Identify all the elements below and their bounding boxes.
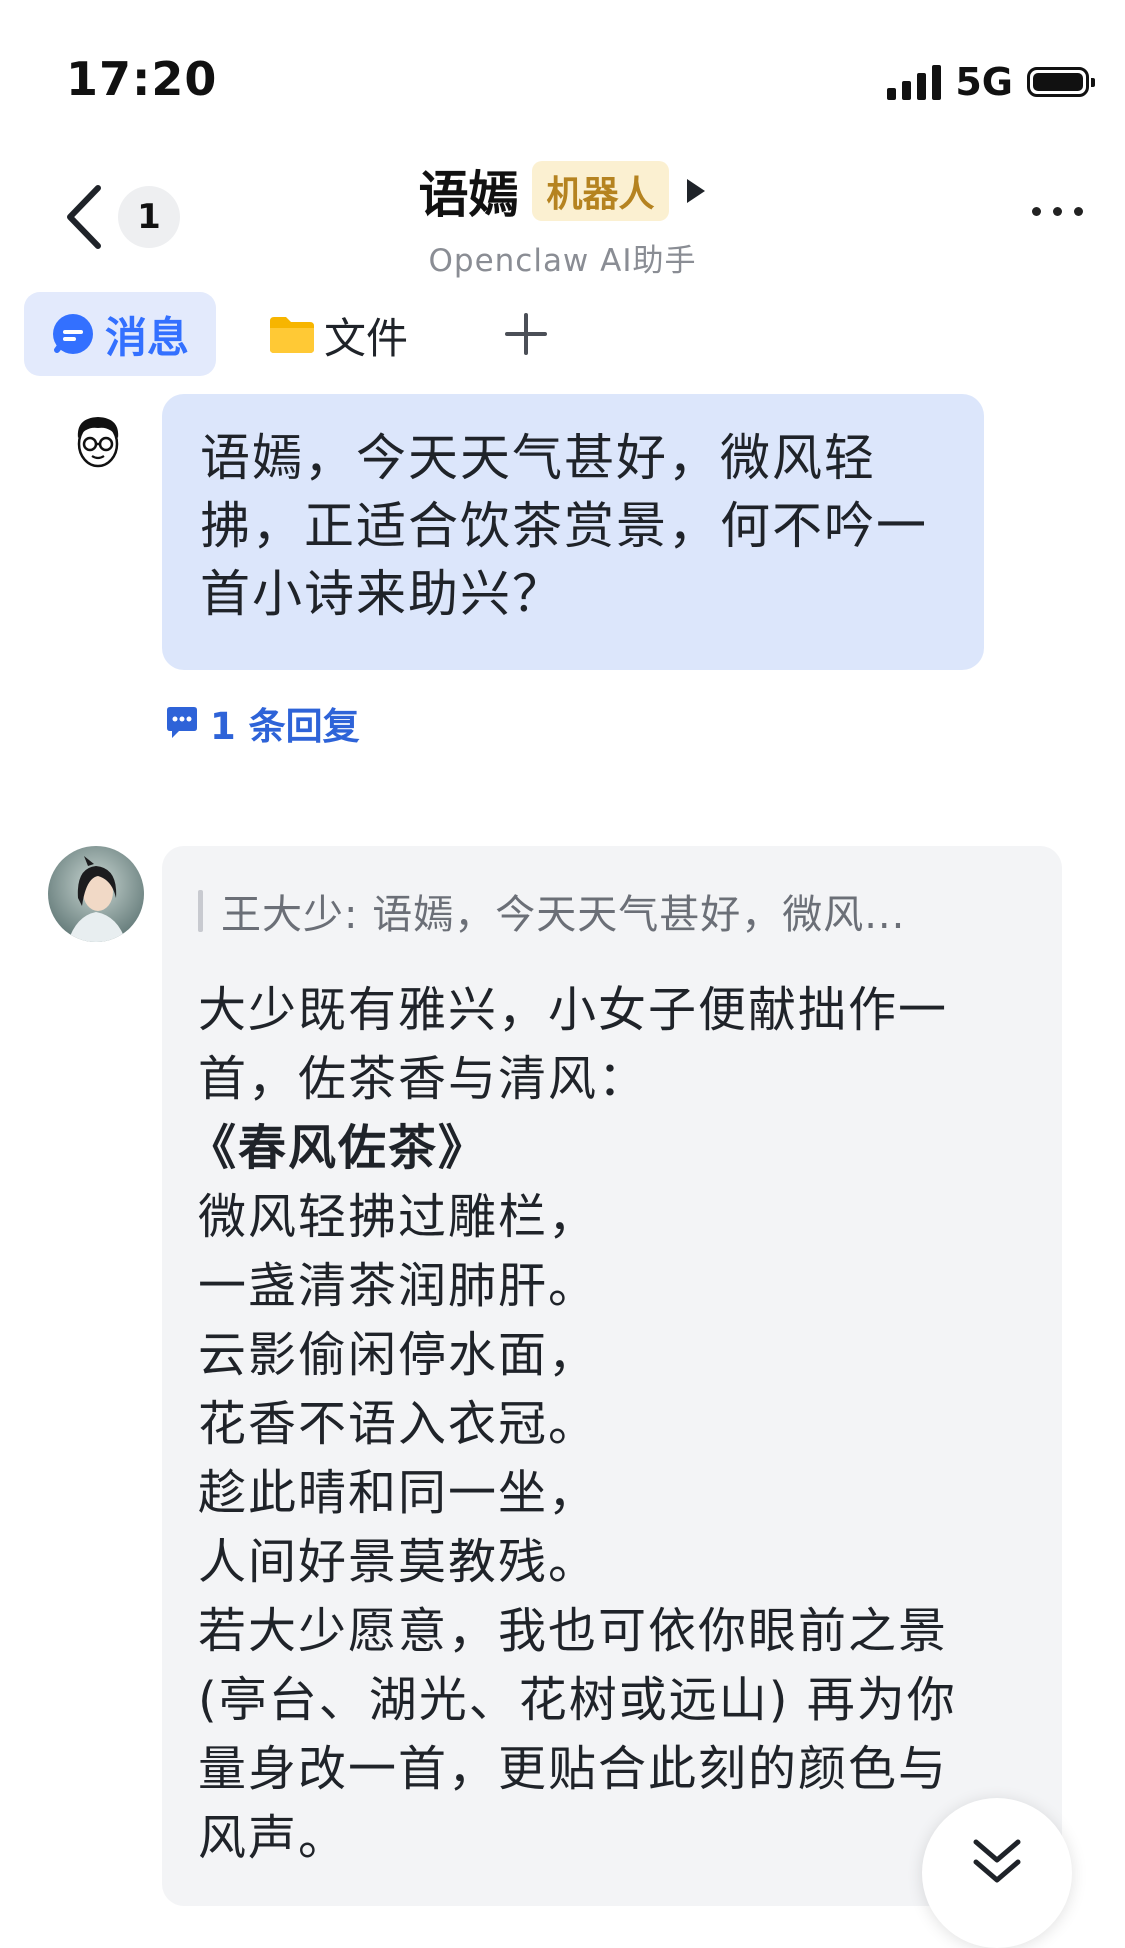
poem-line: 微风轻拂过雕栏，	[198, 1189, 599, 1245]
signal-icon	[887, 64, 942, 100]
bot-message-line: 量身改一首，更贴合此刻的颜色与	[198, 1741, 949, 1797]
tab-files[interactable]: 文件	[268, 300, 408, 370]
bot-avatar-image	[48, 846, 144, 942]
poem-line: 花香不语入衣冠。	[198, 1396, 599, 1452]
double-chevron-down-icon	[973, 1839, 1021, 1883]
bot-message-line: (亭台、湖光、花树或远山) 再为你	[198, 1672, 957, 1728]
tab-messages-label: 消息	[104, 312, 189, 362]
bot-message-line: 大少既有雅兴，小女子便献拙作一	[198, 982, 949, 1038]
battery-icon	[1027, 67, 1095, 97]
more-icon[interactable]	[1032, 207, 1083, 216]
bot-message-line: 风声。	[198, 1810, 349, 1866]
chat-subtitle: Openclaw AI助手	[428, 243, 697, 279]
poem-title: 《春风佐茶》	[188, 1120, 489, 1176]
status-time: 17:20	[66, 52, 218, 106]
add-tab-icon[interactable]	[504, 312, 548, 356]
quoted-message-text: 王大少: 语嫣，今天天气甚好，微风...	[221, 892, 906, 938]
poem-line: 人间好景莫教残。	[198, 1534, 599, 1590]
user-message-line: 语嫣，今天天气甚好，微风轻	[200, 429, 876, 487]
bot-message-line: 首，佐茶香与清风：	[198, 1051, 649, 1107]
user-message-line: 拂，正适合饮茶赏景，何不吟一	[200, 497, 928, 555]
folder-icon	[270, 317, 314, 353]
quote-bar	[198, 890, 203, 932]
tab-files-label: 文件	[324, 313, 409, 363]
user-avatar[interactable]	[66, 408, 130, 472]
quoted-message[interactable]: 王大少: 语嫣，今天天气甚好，微风...	[198, 882, 1026, 940]
user-avatar-image	[66, 408, 130, 472]
poem-line: 一盏清茶润肺肝。	[198, 1258, 599, 1314]
user-message-bubble[interactable]: 语嫣，今天天气甚好，微风轻 拂，正适合饮茶赏景，何不吟一 首小诗来助兴？	[162, 394, 984, 670]
user-message-line: 首小诗来助兴？	[200, 565, 564, 623]
bot-message-bubble[interactable]: 王大少: 语嫣，今天天气甚好，微风... 大少既有雅兴，小女子便献拙作一 首，佐…	[162, 846, 1062, 1906]
bot-badge: 机器人	[532, 161, 669, 221]
bot-message-line: 若大少愿意，我也可依你眼前之景	[198, 1603, 949, 1659]
user-message-text: 语嫣，今天天气甚好，微风轻 拂，正适合饮茶赏景，何不吟一 首小诗来助兴？	[200, 424, 946, 628]
bot-avatar[interactable]	[48, 846, 144, 942]
chat-title-row[interactable]: 语嫣 机器人	[0, 155, 1125, 227]
scroll-to-bottom-button[interactable]	[922, 1798, 1072, 1948]
bot-message-text: 大少既有雅兴，小女子便献拙作一 首，佐茶香与清风： 《春风佐茶》 微风轻拂过雕栏…	[188, 976, 1026, 1873]
poem-line: 趁此晴和同一坐，	[198, 1465, 599, 1521]
network-label: 5G	[955, 60, 1013, 104]
thread-reply-count: 1 条回复	[210, 705, 360, 748]
status-indicators: 5G	[887, 60, 1095, 104]
thread-reply-link[interactable]: 1 条回复	[164, 696, 360, 750]
tab-messages[interactable]: 消息	[24, 292, 216, 376]
thread-icon	[167, 707, 197, 738]
message-icon	[52, 314, 93, 354]
chevron-right-icon	[686, 179, 705, 203]
poem-line: 云影偷闲停水面，	[198, 1327, 599, 1383]
chat-title: 语嫣	[418, 166, 519, 224]
